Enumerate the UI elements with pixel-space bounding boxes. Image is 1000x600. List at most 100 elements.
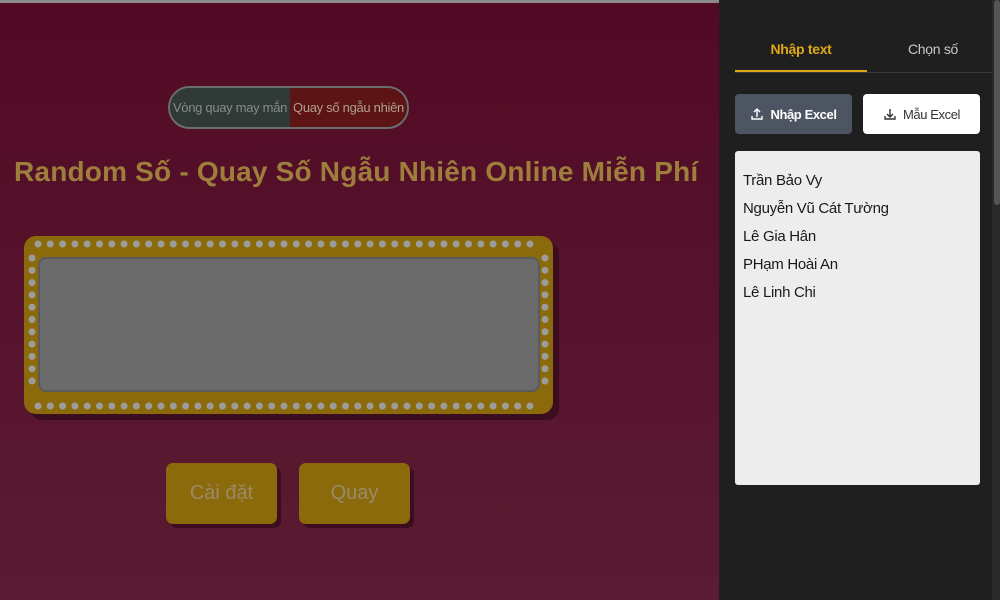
marquee-bulb <box>440 240 448 248</box>
marquee-bulb <box>71 402 79 410</box>
scrollbar-thumb[interactable] <box>994 0 1000 205</box>
marquee-bulb <box>391 402 399 410</box>
marquee-bulb <box>96 240 103 248</box>
marquee-bulb <box>305 240 313 248</box>
marquee-bulb <box>526 240 534 248</box>
marquee-bulb <box>120 240 128 248</box>
marquee-bulb <box>317 240 325 248</box>
marquee-bulb <box>541 291 549 299</box>
side-panel: Nhập text Chọn số Nhập Excel Mẫu Excel T… <box>719 0 1000 600</box>
marquee-bulb <box>501 240 509 248</box>
marquee-bulb <box>280 402 288 410</box>
marquee-bulb <box>206 240 214 248</box>
page-title: Random Số - Quay Số Ngẫu Nhiên Online Mi… <box>14 156 699 187</box>
marquee-bulb <box>280 240 288 248</box>
marquee-bulb <box>541 254 549 262</box>
marquee-bulb <box>541 316 549 323</box>
marquee-bulb <box>541 340 549 348</box>
names-textarea[interactable]: Trần Bảo Vy Nguyễn Vũ Cát Tường Lê Gia H… <box>735 151 980 485</box>
marquee-bulb <box>157 402 165 410</box>
marquee-bulb <box>59 402 67 410</box>
marquee-bulb <box>452 402 460 410</box>
marquee-bulb <box>28 365 36 373</box>
marquee-bulb <box>219 402 226 410</box>
marquee-bulb <box>465 402 472 410</box>
mode-lucky-wheel[interactable]: Vòng quay may mắn <box>170 88 290 127</box>
marquee-bulb <box>403 240 411 248</box>
marquee-bulb <box>541 266 549 274</box>
marquee-bulb <box>46 240 54 248</box>
marquee-bulb <box>145 240 153 248</box>
marquee-bulb <box>378 402 386 410</box>
marquee-bulb <box>145 402 153 410</box>
marquee-bulb <box>28 316 36 323</box>
name-line: Nguyễn Vũ Cát Tường <box>743 200 889 217</box>
import-excel-label: Nhập Excel <box>770 106 837 122</box>
marquee-bulb <box>194 240 202 248</box>
settings-button[interactable]: Cài đặt <box>166 463 277 524</box>
marquee-bulb <box>366 240 374 248</box>
marquee-bulb <box>354 240 362 248</box>
marquee-bulb <box>243 402 251 410</box>
result-marquee <box>24 236 553 414</box>
marquee-bulb <box>28 303 36 311</box>
marquee-bulb <box>329 240 337 248</box>
marquee-bulb <box>489 402 497 410</box>
marquee-bulb <box>28 279 36 287</box>
marquee-bulb <box>182 240 190 248</box>
marquee-bulb <box>132 402 140 410</box>
marquee-bulb <box>541 377 549 385</box>
marquee-bulb <box>46 402 54 410</box>
import-excel-button[interactable]: Nhập Excel <box>735 94 852 134</box>
marquee-bulb <box>541 352 549 360</box>
marquee-bulb <box>83 240 91 248</box>
marquee-bulb <box>108 402 116 410</box>
marquee-bulb <box>541 328 549 336</box>
marquee-bulb <box>391 240 399 248</box>
marquee-bulb <box>206 402 214 410</box>
marquee-bulb <box>415 240 423 248</box>
marquee-bulb <box>452 240 460 248</box>
marquee-bulb <box>292 240 300 248</box>
marquee-bulb <box>541 303 549 311</box>
marquee-bulb <box>83 402 91 410</box>
spin-button[interactable]: Quay <box>299 463 410 524</box>
marquee-bulb <box>342 402 349 410</box>
marquee-bulb <box>440 402 448 410</box>
download-icon <box>884 109 896 120</box>
marquee-bulb <box>415 402 423 410</box>
marquee-bulb <box>28 266 36 274</box>
marquee-bulb <box>108 240 116 248</box>
marquee-bulb <box>317 402 325 410</box>
panel-scrollbar[interactable] <box>992 0 1000 600</box>
marquee-bulb <box>501 402 509 410</box>
marquee-bulb <box>489 240 497 248</box>
marquee-bulb <box>541 279 549 287</box>
mode-random-number[interactable]: Quay số ngẫu nhiên <box>290 88 407 127</box>
excel-template-button[interactable]: Mẫu Excel <box>863 94 980 134</box>
marquee-bulb <box>514 402 522 410</box>
marquee-bulb <box>477 240 485 248</box>
excel-template-label: Mẫu Excel <box>902 106 961 122</box>
name-line: Lê Gia Hân <box>743 228 816 245</box>
marquee-bulb <box>268 240 276 248</box>
name-line: PHạm Hoài An <box>743 256 838 273</box>
marquee-bulb <box>342 240 349 248</box>
marquee-bulb <box>34 402 42 410</box>
tab-text-input[interactable]: Nhập text <box>735 38 867 72</box>
marquee-bulb <box>28 340 36 348</box>
marquee-bulb <box>354 402 362 410</box>
panel-tabs: Nhập text Chọn số <box>735 38 999 73</box>
marquee-bulb <box>59 240 67 248</box>
tab-choose-number[interactable]: Chọn số <box>867 38 999 72</box>
top-divider <box>0 0 719 3</box>
marquee-bulb <box>403 402 411 410</box>
marquee-bulb <box>329 402 337 410</box>
marquee-bulb <box>96 402 103 410</box>
marquee-bulb <box>243 240 251 248</box>
marquee-bulb <box>255 402 263 410</box>
marquee-bulb <box>255 240 263 248</box>
marquee-bulb <box>120 402 128 410</box>
marquee-bulb <box>541 365 549 373</box>
result-screen <box>38 257 540 392</box>
